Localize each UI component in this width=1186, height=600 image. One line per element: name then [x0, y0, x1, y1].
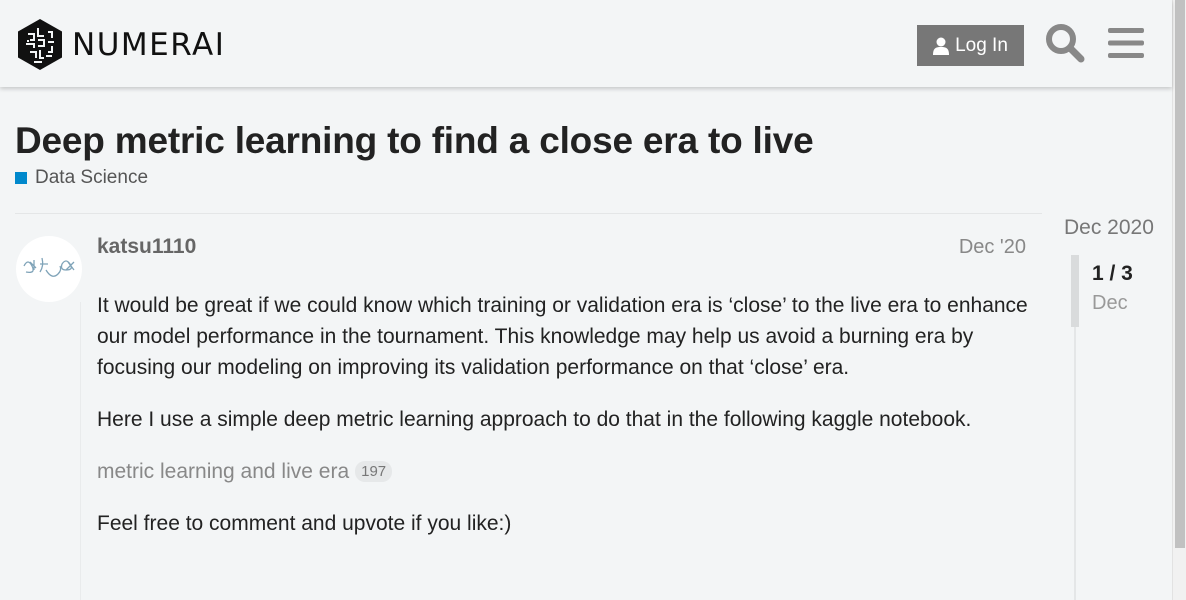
- category-color-swatch: [15, 172, 27, 184]
- link-with-clicks: metric learning and live era 197: [97, 456, 1037, 487]
- post-paragraph: Here I use a simple deep metric learning…: [97, 408, 972, 431]
- timeline-scroll-handle[interactable]: [1071, 255, 1079, 327]
- link-click-count-badge: 197: [355, 461, 393, 482]
- topic-divider: [15, 213, 1042, 214]
- timeline-post-position: 1 / 3: [1092, 262, 1133, 285]
- site-header: NUMERAI Log In: [0, 0, 1172, 87]
- timeline-start-date[interactable]: Dec 2020: [1064, 216, 1154, 240]
- user-avatar[interactable]: [16, 236, 82, 302]
- post-username[interactable]: katsu1110: [97, 235, 196, 259]
- post-body: It would be great if we could know which…: [97, 290, 1037, 560]
- avatar-doodle-icon: [23, 257, 75, 277]
- login-label: Log In: [955, 34, 1008, 56]
- post-paragraph: Feel free to comment and upvote if you l…: [97, 512, 512, 535]
- timeline-current-date: Dec: [1092, 292, 1128, 314]
- post-left-border: [80, 302, 81, 600]
- search-icon[interactable]: [1045, 23, 1085, 63]
- site-logo[interactable]: NUMERAI: [16, 18, 225, 71]
- scrollbar-thumb[interactable]: [1175, 0, 1185, 548]
- category-name: Data Science: [35, 167, 149, 188]
- hamburger-menu-icon[interactable]: [1107, 26, 1145, 60]
- category-badge[interactable]: Data Science: [15, 167, 148, 189]
- topic-title[interactable]: Deep metric learning to find a close era…: [15, 120, 814, 162]
- user-icon: [933, 37, 950, 55]
- page-scrollbar[interactable]: [1172, 0, 1186, 600]
- numerai-logo-icon: [18, 19, 62, 70]
- login-button[interactable]: Log In: [917, 25, 1024, 66]
- post-paragraph: It would be great if we could know which…: [97, 294, 1028, 379]
- kaggle-notebook-link[interactable]: metric learning and live era: [97, 456, 349, 487]
- post-date[interactable]: Dec '20: [959, 236, 1026, 259]
- logo-text: NUMERAI: [72, 26, 226, 63]
